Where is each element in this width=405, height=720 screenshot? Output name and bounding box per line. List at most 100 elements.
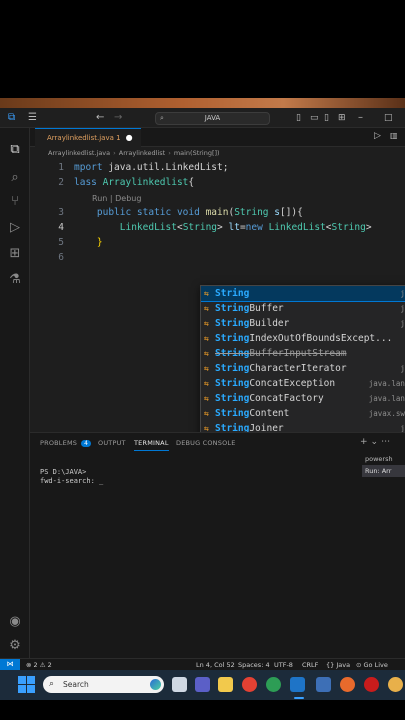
suggestion-item[interactable]: ⇆ StringConcatFactory java.lang.invoke: [201, 391, 405, 406]
new-terminal-icon[interactable]: +: [360, 437, 371, 447]
breadcrumb: Arraylinkedlist.java › Arraylinkedlist › mai…: [48, 149, 220, 157]
suggestion-item[interactable]: ⇆ StringBuffer java.lang: [201, 301, 405, 316]
code-line[interactable]: 1 mport java.util.LinkedList;: [30, 160, 405, 175]
suggestion-detail: java.lang.invoke: [368, 394, 405, 403]
code-line[interactable]: 3 public static void main(String s[]){: [30, 205, 405, 220]
command-center-search[interactable]: ⌕ JAVA: [155, 112, 270, 125]
class-symbol-icon: ⇆: [204, 319, 209, 328]
status-encoding[interactable]: UTF-8: [274, 660, 293, 670]
terminal-instance-powershell[interactable]: powersh: [362, 453, 405, 465]
suggestion-item[interactable]: ⇆ String java.lang: [201, 286, 405, 302]
windows-start-icon[interactable]: [18, 676, 35, 693]
class-symbol-icon: ⇆: [204, 334, 209, 343]
task-view-icon[interactable]: [172, 677, 187, 692]
search-view-icon[interactable]: ⌕: [7, 170, 23, 186]
panel-more-icon[interactable]: ⋯: [381, 437, 393, 447]
suggestion-label: StringCharacterIterator: [215, 363, 347, 374]
suggestion-label: StringBuilder: [215, 318, 290, 329]
class-symbol-icon: ⇆: [204, 409, 209, 418]
tab-output[interactable]: OUTPUT: [98, 439, 126, 447]
terminal-dropdown-icon[interactable]: ⌄: [371, 437, 382, 447]
vscode-taskbar-icon[interactable]: [290, 677, 305, 692]
vscode-window: ⧉ ☰ ← → ⌕ JAVA ▯ ▭ ▯ ⊞ – □ ⧉ ⌕ ⑂ ▷ ⊞ ⚗ ◉…: [0, 108, 405, 670]
firefox-icon[interactable]: [340, 677, 355, 692]
class-symbol-icon: ⇆: [204, 304, 209, 313]
suggestion-detail: java.lang: [400, 289, 405, 298]
tab-debug-console[interactable]: DEBUG CONSOLE: [176, 439, 236, 447]
status-cursor-position[interactable]: Ln 4, Col 52: [196, 660, 235, 670]
class-symbol-icon: ⇆: [204, 394, 209, 403]
taskbar-search-icon: ⌕: [49, 679, 55, 689]
extensions-icon[interactable]: ⊞: [7, 246, 23, 262]
taskbar-search-label: Search: [63, 680, 89, 689]
breadcrumb-method[interactable]: main(String[]): [174, 149, 220, 157]
source-control-icon[interactable]: ⑂: [7, 194, 23, 210]
status-indent[interactable]: Spaces: 4: [238, 660, 270, 670]
tab-problems[interactable]: PROBLEMS 4: [40, 439, 92, 447]
line-number: 6: [58, 252, 64, 263]
code-text: lass Arraylinkedlist{: [74, 177, 195, 188]
terminal-prompt: PS D:\JAVA>: [40, 468, 87, 476]
code-text: public static void main(String s[]){: [96, 207, 303, 218]
edge-icon[interactable]: [266, 677, 281, 692]
chrome-2-icon[interactable]: [388, 677, 403, 692]
back-arrow-icon[interactable]: ←: [96, 111, 104, 125]
tab-label: Arraylinkedlist.java 1: [47, 134, 121, 142]
status-eol[interactable]: CRLF: [302, 660, 318, 670]
suggestion-item[interactable]: ⇆ StringConcatException java.lang.inv...: [201, 376, 405, 391]
maximize-icon[interactable]: □: [384, 111, 393, 125]
suggestion-label: StringContent: [215, 408, 290, 419]
unsaved-dot-icon[interactable]: ●: [126, 133, 133, 142]
toggle-panel-icon[interactable]: ▭: [310, 111, 319, 125]
terminal-instance-list: powersh Run: Arr: [362, 453, 405, 477]
suggestion-detail: java.lang: [400, 319, 405, 328]
codelens-run-debug[interactable]: Run | Debug: [92, 192, 141, 206]
remote-indicator-icon[interactable]: ⋈: [0, 659, 20, 670]
breadcrumb-file[interactable]: Arraylinkedlist.java: [48, 149, 110, 157]
chrome-icon[interactable]: [242, 677, 257, 692]
code-text: mport java.util.LinkedList;: [74, 162, 229, 173]
explorer-icon[interactable]: ⧉: [7, 142, 23, 158]
bing-icon[interactable]: [150, 679, 161, 690]
terminal-search-line[interactable]: fwd-i-search: _: [40, 477, 103, 486]
status-go-live[interactable]: ⊙ Go Live: [356, 660, 388, 670]
code-text: }: [96, 237, 103, 248]
toggle-sidebar-icon[interactable]: ▯: [296, 111, 301, 125]
code-line[interactable]: 5 }: [30, 235, 405, 250]
account-icon[interactable]: ◉: [7, 614, 23, 630]
suggestion-item[interactable]: ⇆StringIndexOutOfBoundsExcept...java...: [201, 331, 405, 346]
taskbar-search[interactable]: ⌕ Search: [43, 676, 164, 693]
settings-gear-icon[interactable]: ⚙: [7, 638, 23, 654]
code-line[interactable]: 4 LinkedList<String> lt=new LinkedList<S…: [30, 220, 405, 235]
customize-layout-icon[interactable]: ⊞: [338, 111, 346, 125]
status-language[interactable]: {} Java: [326, 660, 350, 670]
toggle-secondary-sidebar-icon[interactable]: ▯: [324, 111, 329, 125]
file-explorer-icon[interactable]: [218, 677, 233, 692]
terminal-instance-run[interactable]: Run: Arr: [362, 465, 405, 477]
minimize-icon[interactable]: –: [358, 111, 363, 125]
menu-icon[interactable]: ☰: [28, 111, 37, 125]
suggestion-item[interactable]: ⇆ StringCharacterIterator java.text: [201, 361, 405, 376]
suggestion-item[interactable]: ⇆ StringContent javax.swing.text: [201, 406, 405, 421]
record-icon[interactable]: [364, 677, 379, 692]
run-icon[interactable]: ▷: [374, 131, 381, 141]
run-debug-icon[interactable]: ▷: [7, 220, 23, 236]
suggestion-label: String: [215, 288, 250, 299]
search-text: JAVA: [204, 114, 221, 122]
tab-terminal[interactable]: TERMINAL: [134, 439, 169, 451]
store-icon[interactable]: [316, 677, 331, 692]
code-line[interactable]: 6: [30, 250, 405, 265]
suggestion-detail: javax.swing.text: [368, 409, 405, 418]
suggestion-item[interactable]: ⇆StringBufferInputStreamjava.io: [201, 346, 405, 361]
code-line[interactable]: 2 lass Arraylinkedlist{: [30, 175, 405, 190]
forward-arrow-icon[interactable]: →: [114, 111, 122, 125]
status-problems[interactable]: ⊗ 2 ⚠ 2: [26, 660, 52, 670]
testing-icon[interactable]: ⚗: [7, 272, 23, 288]
background-photo-strip: [0, 98, 405, 108]
suggestion-item[interactable]: ⇆ StringBuilder java.lang: [201, 316, 405, 331]
breadcrumb-class[interactable]: Arraylinkedlist: [119, 149, 165, 157]
tab-arraylinkedlist[interactable]: Arraylinkedlist.java 1 ●: [35, 128, 141, 147]
teams-icon[interactable]: [195, 677, 210, 692]
code-editor[interactable]: 1 mport java.util.LinkedList; 2 lass Arrayl…: [30, 160, 405, 467]
split-editor-icon[interactable]: ▥: [390, 131, 398, 140]
